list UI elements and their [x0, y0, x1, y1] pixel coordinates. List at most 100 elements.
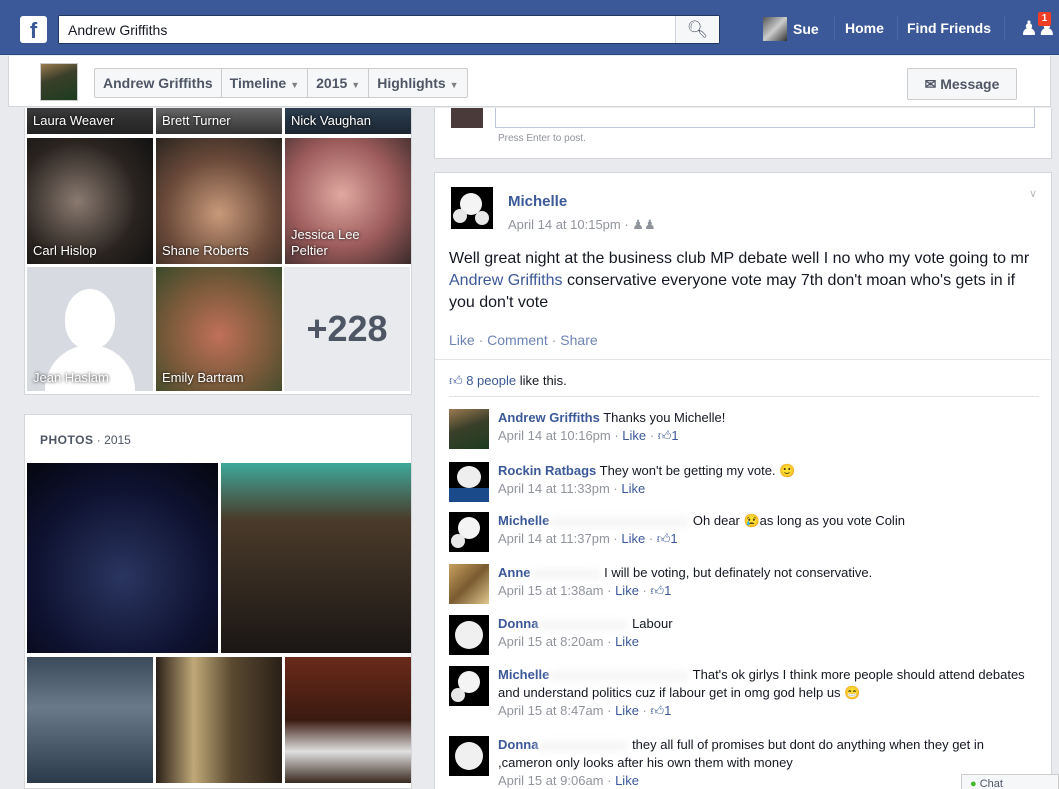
comment-avatar[interactable] — [449, 512, 489, 552]
photos-title[interactable]: PHOTOS — [40, 433, 93, 447]
comment-time[interactable]: April 15 at 8:47am — [498, 703, 604, 718]
nav-user-name: Sue — [793, 21, 819, 37]
comment-author[interactable]: Anne — [498, 565, 531, 580]
friend-name: Laura Weaver — [33, 113, 115, 128]
photo-thumbnail[interactable] — [27, 463, 218, 653]
friend-name: Nick Vaughan — [291, 113, 371, 128]
message-label: Message — [940, 76, 1000, 92]
photo-thumbnail[interactable] — [285, 657, 411, 783]
nav-profile-link[interactable]: Sue — [763, 17, 819, 41]
tab-timeline[interactable]: Timeline ▼ — [222, 69, 309, 97]
photo-thumbnail[interactable] — [27, 657, 153, 783]
redacted-surname — [549, 669, 690, 682]
comment-time[interactable]: April 15 at 8:20am — [498, 634, 604, 649]
friend-tile[interactable]: Jessica Lee Peltier — [285, 138, 411, 264]
comment-like-count[interactable]: 1 — [664, 703, 671, 718]
friend-name: Jessica Lee Peltier — [291, 227, 360, 258]
comment-like-count[interactable]: 1 — [670, 531, 677, 546]
chevron-down-icon: ▼ — [449, 80, 459, 90]
avatar — [451, 108, 483, 128]
redacted-surname — [549, 515, 690, 528]
divider — [449, 396, 1039, 397]
comment-author[interactable]: Donna — [498, 616, 538, 631]
comment-avatar[interactable] — [449, 736, 489, 776]
thumbs-up-icon: 👍︎ — [650, 703, 665, 718]
comment-time[interactable]: April 14 at 11:37pm — [498, 531, 610, 546]
more-friends-tile[interactable]: +228 — [284, 267, 410, 391]
comment-body: Michelle That's ok girlys I think more p… — [498, 667, 1025, 718]
comment-like-link[interactable]: Like — [621, 531, 645, 546]
comment-like-link[interactable]: Like — [615, 703, 639, 718]
comment-like-link[interactable]: Like — [615, 773, 639, 788]
friend-tile[interactable]: Laura Weaver — [27, 108, 153, 134]
friend-name: Jean Haslam — [33, 370, 109, 385]
share-link[interactable]: Share — [560, 332, 597, 348]
redacted-surname — [538, 739, 629, 752]
profile-avatar[interactable] — [40, 63, 78, 101]
comment-text: Thanks you Michelle! — [599, 410, 726, 425]
tab-year[interactable]: 2015 ▼ — [308, 69, 370, 97]
comment-body: Donna Labour April 15 at 8:20am · Like — [498, 616, 673, 649]
divider — [897, 16, 898, 40]
comment-author[interactable]: Michelle — [498, 667, 549, 682]
comment-text: I will be voting, but definately not con… — [600, 565, 873, 580]
friend-tile[interactable]: Carl Hislop — [27, 138, 153, 264]
post-options-chevron-icon[interactable]: ∨ — [1029, 187, 1037, 200]
friend-tile[interactable]: Brett Turner — [156, 108, 282, 134]
comment-link[interactable]: Comment — [487, 332, 548, 348]
friend-tile[interactable]: Emily Bartram — [156, 267, 282, 391]
friend-tile[interactable]: Jean Haslam — [27, 267, 153, 391]
post-text: Well great night at the business club MP… — [449, 248, 1044, 314]
comment-like-link[interactable]: Like — [622, 428, 646, 443]
search-icon[interactable]: 🔍︎ — [675, 16, 719, 43]
post-mention-link[interactable]: Andrew Griffiths — [449, 272, 563, 289]
comment-like-link[interactable]: Like — [615, 583, 639, 598]
comment-author[interactable]: Donna — [498, 737, 538, 752]
search-box: 🔍︎ — [58, 15, 720, 44]
home-link[interactable]: Home — [845, 20, 884, 36]
comment-like-count[interactable]: 1 — [664, 583, 671, 598]
comment-text: Labour — [628, 616, 673, 631]
photo-thumbnail[interactable] — [156, 657, 282, 783]
facebook-logo-icon[interactable]: f — [20, 16, 47, 43]
photo-thumbnail[interactable] — [221, 463, 411, 653]
friends-audience-icon[interactable]: ♟♟ — [632, 217, 655, 232]
post-author-name[interactable]: Michelle — [508, 193, 567, 210]
comment-like-count[interactable]: 1 — [671, 428, 678, 443]
post-timestamp[interactable]: April 14 at 10:15pm · ♟♟ — [508, 217, 656, 233]
friend-name: Carl Hislop — [33, 243, 97, 258]
thumbs-up-icon: 👍︎ — [657, 428, 672, 443]
search-input[interactable] — [59, 16, 674, 43]
comment-avatar[interactable] — [449, 564, 489, 604]
friend-tile[interactable]: Nick Vaughan — [285, 108, 411, 134]
comment-author[interactable]: Andrew Griffiths — [498, 410, 600, 425]
like-link[interactable]: Like — [449, 332, 475, 348]
comment-avatar[interactable] — [449, 666, 489, 706]
default-avatar-icon — [65, 289, 115, 349]
tab-profile-name[interactable]: Andrew Griffiths — [95, 69, 222, 97]
comment-author[interactable]: Rockin Ratbags — [498, 463, 596, 478]
comment-like-link[interactable]: Like — [621, 481, 645, 496]
post-text-part: Well great night at the business club MP… — [449, 250, 1030, 267]
photos-section: PHOTOS · 2015 — [24, 414, 412, 789]
post-author-avatar[interactable] — [451, 187, 493, 229]
message-button[interactable]: ✉ Message — [907, 68, 1017, 100]
comment-avatar[interactable] — [449, 409, 489, 449]
likes-people-link[interactable]: 8 people — [466, 373, 516, 388]
comment-time[interactable]: April 14 at 11:33pm — [498, 481, 610, 496]
comment-avatar[interactable] — [449, 462, 489, 502]
comment-author[interactable]: Michelle — [498, 513, 549, 528]
comment-time[interactable]: April 14 at 10:16pm — [498, 428, 611, 443]
comment-time[interactable]: April 15 at 9:06am — [498, 773, 604, 788]
chat-label: Chat — [979, 778, 1003, 789]
comment-like-link[interactable]: Like — [615, 634, 639, 649]
redacted-surname — [538, 618, 629, 631]
comment-avatar[interactable] — [449, 615, 489, 655]
timeline-post: Michelle April 14 at 10:15pm · ♟♟ ∨ Well… — [434, 172, 1052, 789]
find-friends-link[interactable]: Find Friends — [907, 20, 991, 36]
comment-input[interactable] — [495, 108, 1035, 128]
tab-highlights[interactable]: Highlights ▼ — [369, 69, 466, 97]
friend-tile[interactable]: Shane Roberts — [156, 138, 282, 264]
comment-time[interactable]: April 15 at 1:38am — [498, 583, 604, 598]
chat-tab[interactable]: ● Chat — [961, 774, 1059, 789]
